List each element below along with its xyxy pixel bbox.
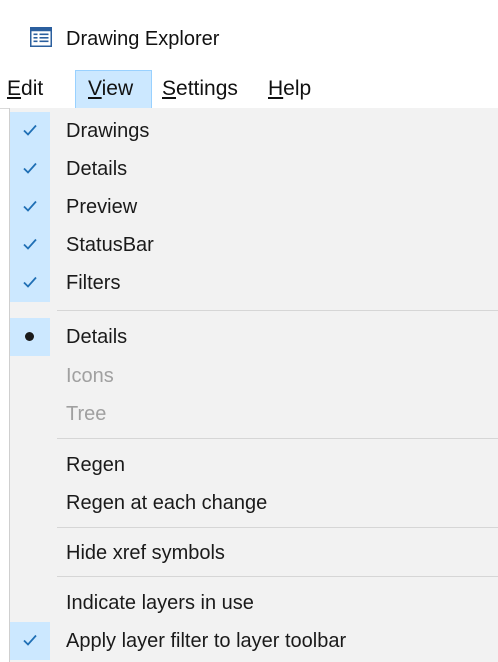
radio-gutter [10, 318, 50, 356]
menu-item-indicate-layers[interactable]: Indicate layers in use [10, 584, 498, 622]
menu-item-apply-layer-filter[interactable]: Apply layer filter to layer toolbar [10, 622, 498, 660]
menu-item-label: Hide xref symbols [66, 542, 225, 564]
menu-item-label: Details [66, 158, 128, 180]
menu-item-icons-view: Icons [10, 357, 498, 395]
checkmark-icon [23, 200, 37, 212]
menu-item-statusbar[interactable]: StatusBar [10, 226, 498, 264]
explorer-window-icon [30, 27, 52, 47]
menu-item-label: StatusBar [66, 234, 154, 256]
menu-view[interactable]: View [75, 70, 152, 108]
checkmark-icon [23, 124, 37, 136]
menu-separator [57, 527, 498, 528]
menu-separator [57, 576, 498, 577]
menu-view-label: iew [101, 77, 134, 100]
menu-item-label: Filters [66, 272, 121, 294]
check-gutter [10, 150, 50, 188]
menu-item-details-view[interactable]: Details [10, 318, 498, 356]
title-bar: Drawing Explorer [0, 0, 498, 70]
checkmark-icon [23, 276, 37, 288]
menu-view-mnemonic: V [88, 77, 102, 100]
menu-item-preview[interactable]: Preview [10, 188, 498, 226]
menu-edit-label: dit [21, 77, 44, 100]
menu-separator [57, 438, 498, 439]
menu-item-regen[interactable]: Regen [10, 446, 498, 484]
menu-edit[interactable]: Edit [7, 70, 65, 108]
menu-item-label: Indicate layers in use [66, 592, 254, 614]
checkmark-icon [23, 238, 37, 250]
menu-item-label: Drawings [66, 120, 150, 142]
menu-help-mnemonic: H [268, 77, 284, 100]
menu-item-details-pane[interactable]: Details [10, 150, 498, 188]
menu-settings[interactable]: Settings [162, 70, 254, 108]
menu-item-tree-view: Tree [10, 395, 498, 433]
checkmark-icon [23, 162, 37, 174]
check-gutter [10, 264, 50, 302]
menu-item-hide-xref-symbols[interactable]: Hide xref symbols [10, 534, 498, 572]
menu-item-label: Apply layer filter to layer toolbar [66, 630, 347, 652]
menu-help[interactable]: Help [268, 70, 328, 108]
menu-bar: Edit View Settings Help [0, 70, 498, 109]
menu-item-label: Details [66, 326, 128, 348]
menu-item-filters[interactable]: Filters [10, 264, 498, 302]
menu-settings-label: ettings [176, 77, 238, 100]
check-gutter [10, 226, 50, 264]
checkmark-icon [23, 634, 37, 646]
menu-item-label: Regen at each change [66, 492, 268, 514]
menu-settings-mnemonic: S [162, 77, 177, 100]
drawing-explorer-window: Drawing Explorer Edit View Settings Help… [0, 0, 498, 662]
check-gutter [10, 622, 50, 660]
menu-item-label: Icons [66, 365, 114, 387]
menu-separator [57, 310, 498, 311]
menu-item-label: Preview [66, 196, 138, 218]
check-gutter [10, 188, 50, 226]
menu-help-label: elp [283, 77, 312, 100]
menu-item-drawings[interactable]: Drawings [10, 112, 498, 150]
window-title: Drawing Explorer [66, 28, 220, 50]
menu-item-regen-each-change[interactable]: Regen at each change [10, 484, 498, 522]
view-menu-dropdown: Drawings Details Preview StatusBar Filte… [9, 108, 498, 662]
menu-edit-mnemonic: E [7, 77, 22, 100]
radio-bullet-icon [25, 332, 34, 341]
menu-item-label: Tree [66, 403, 107, 425]
menu-item-label: Regen [66, 454, 125, 476]
check-gutter [10, 112, 50, 150]
